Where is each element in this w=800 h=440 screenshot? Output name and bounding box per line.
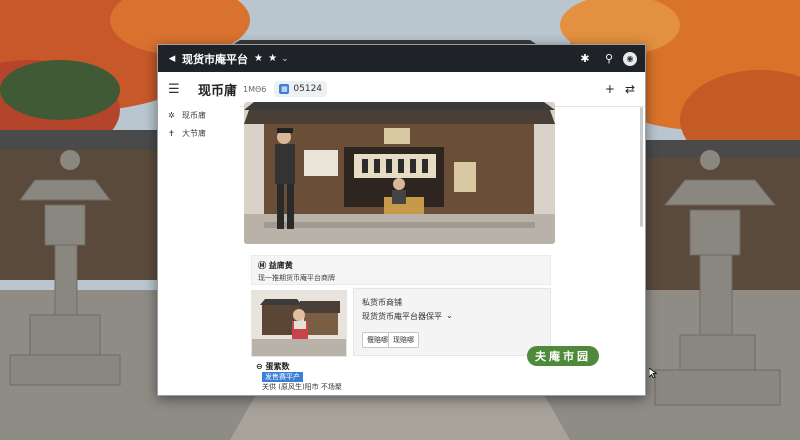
rating-stars[interactable]: ★ ★ [254, 53, 278, 64]
hero-temple-image [244, 102, 555, 244]
sidebar-item-market[interactable]: ✲ 现币庯 [158, 106, 240, 124]
app-window: ◂ 现货市庵平台 ★ ★ ⌄ ✱ ⚲ ◉ ☰ 现币庯 1ΜΘ6 ▦ 05124 … [157, 44, 646, 396]
top-bar: ◂ 现货市庵平台 ★ ★ ⌄ ✱ ⚲ ◉ [158, 45, 645, 72]
search-icon[interactable]: ⚲ [599, 52, 619, 65]
mouse-cursor-icon [649, 368, 657, 378]
sidebar-item-pin[interactable]: ✝ 大节庯 [158, 124, 240, 142]
sparkle-icon: ✲ [168, 110, 175, 120]
pin-icon: ✝ [168, 128, 175, 138]
calendar-icon: ▦ [279, 84, 290, 94]
add-icon[interactable]: + [605, 82, 615, 96]
info-card[interactable]: Ⓜ 益庯黄 现一推期货币庵平台商牌 [251, 255, 551, 285]
green-badge-button[interactable]: 夫庵市园 [527, 346, 599, 366]
info-card-title: Ⓜ 益庯黄 [258, 261, 293, 270]
chevron-down-icon[interactable]: ⌄ [281, 54, 289, 64]
detail-button-2[interactable]: 现赔哪 [388, 332, 419, 348]
page-subtitle: 1ΜΘ6 [243, 84, 267, 94]
detail-card: 私货币商铺 现货货币庵平台器保平 ⌄ 偃赔哪 现赔哪 [353, 288, 551, 356]
page-title: 现币庯 [198, 83, 238, 99]
sidebar-item-label: 现币庯 [182, 110, 206, 120]
featured-tag[interactable]: 发售赛平产 [262, 372, 303, 382]
back-arrow-icon[interactable]: ◂ [164, 51, 180, 66]
featured-title: ⊖ 蛋紫数 [256, 362, 290, 371]
detail-card-label: 私货币商铺 [362, 298, 402, 307]
date-chip[interactable]: ▦ 05124 [274, 81, 328, 97]
featured-description: 关供 (原风生)阳市 不场聚 [262, 383, 342, 391]
scrollbar[interactable] [640, 107, 643, 227]
info-card-description: 现一推期货币庵平台商牌 [258, 274, 335, 282]
thumbnail-image [252, 291, 346, 356]
header-actions: + ⇄ [605, 82, 635, 96]
detail-dropdown[interactable]: 现货货币庵平台器保平 ⌄ [362, 311, 453, 322]
gear-icon[interactable]: ✱ [575, 52, 595, 65]
avatar[interactable]: ◉ [623, 51, 637, 66]
thumbnail-card[interactable] [251, 290, 347, 357]
hamburger-menu-icon[interactable]: ☰ [168, 82, 184, 97]
chevron-down-icon: ⌄ [446, 311, 453, 320]
sidebar-item-label: 大节庯 [182, 128, 206, 138]
featured-section: ⊖ 蛋紫数 发售赛平产 关供 (原风生)阳市 不场聚 [256, 359, 506, 393]
detail-dropdown-text: 现货货币庵平台器保平 [362, 312, 442, 321]
app-title: 现货市庵平台 [182, 52, 248, 66]
sidebar: ✲ 现币庯 ✝ 大节庯 [158, 106, 240, 395]
date-chip-text: 05124 [293, 84, 323, 94]
swap-icon[interactable]: ⇄ [625, 82, 635, 96]
